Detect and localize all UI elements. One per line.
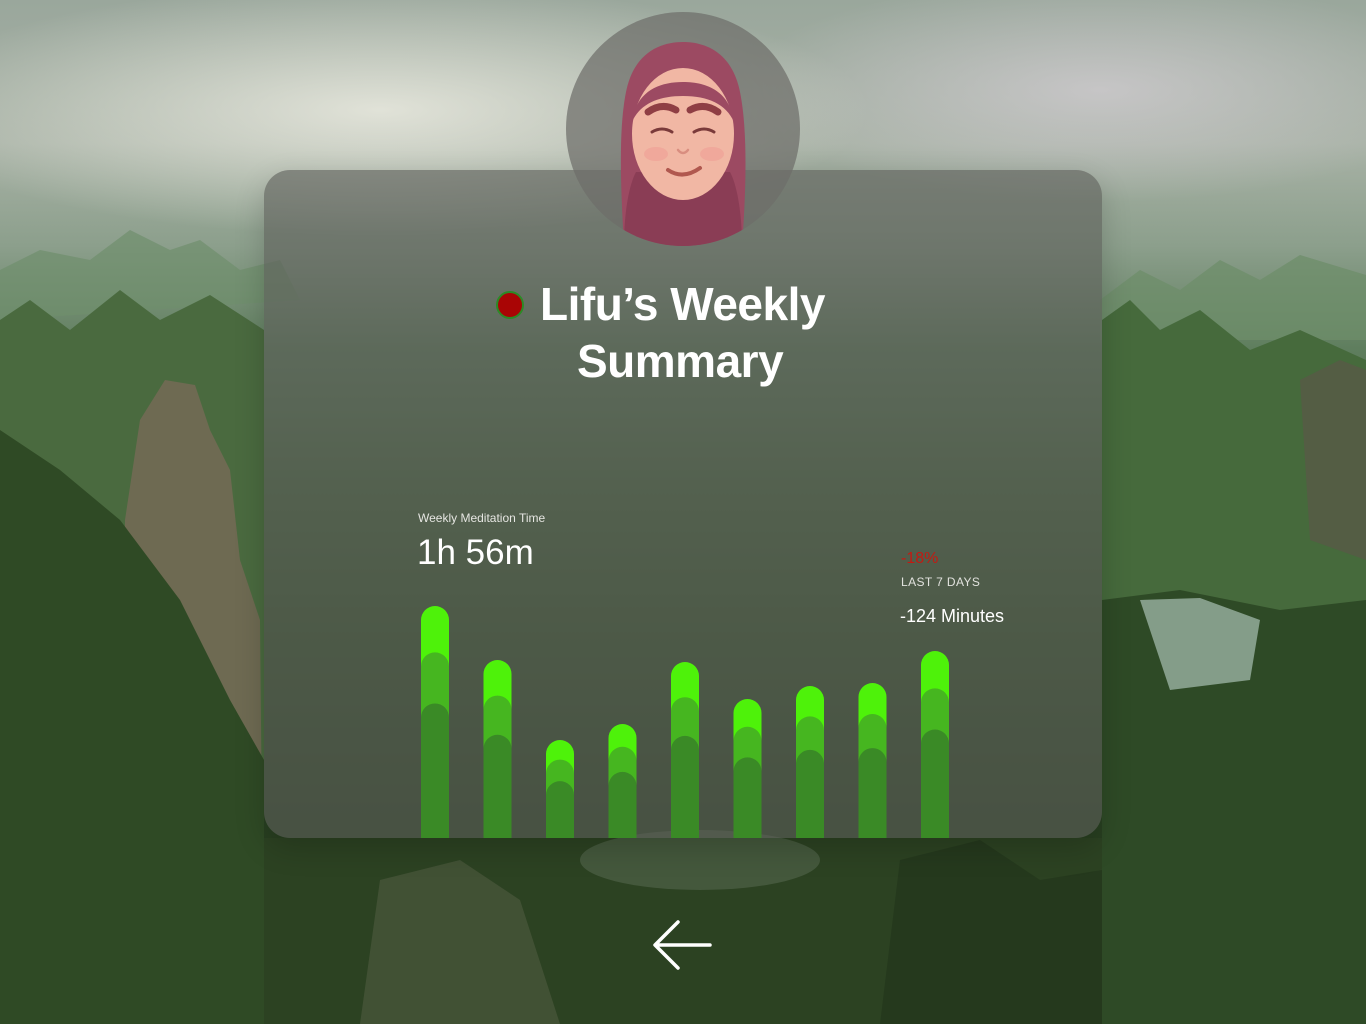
arrow-left-icon[interactable]	[646, 912, 720, 978]
chart-bar	[733, 699, 762, 838]
page-title: Lifu’s Weekly Summary	[496, 276, 876, 390]
avatar-icon	[620, 42, 746, 246]
title-line-2: Summary	[577, 335, 784, 387]
chart-bar	[671, 662, 699, 838]
status-dot	[496, 290, 524, 319]
change-percent: -18%	[901, 550, 939, 567]
avatar[interactable]	[566, 12, 800, 246]
chart-bar	[546, 740, 574, 838]
chart-bar	[608, 724, 637, 838]
chart-bar	[921, 651, 949, 838]
chart-bar	[483, 660, 512, 838]
chart-bar	[858, 683, 887, 838]
change-period: LAST 7 DAYS	[901, 575, 981, 589]
metric-label: Weekly Meditation Time	[418, 511, 546, 525]
title-line-1: Lifu’s Weekly	[540, 278, 825, 330]
chart-bar	[796, 686, 824, 838]
metric-value: 1h 56m	[417, 533, 534, 572]
chart-bar	[421, 606, 449, 838]
meditation-bar-chart	[421, 606, 949, 838]
